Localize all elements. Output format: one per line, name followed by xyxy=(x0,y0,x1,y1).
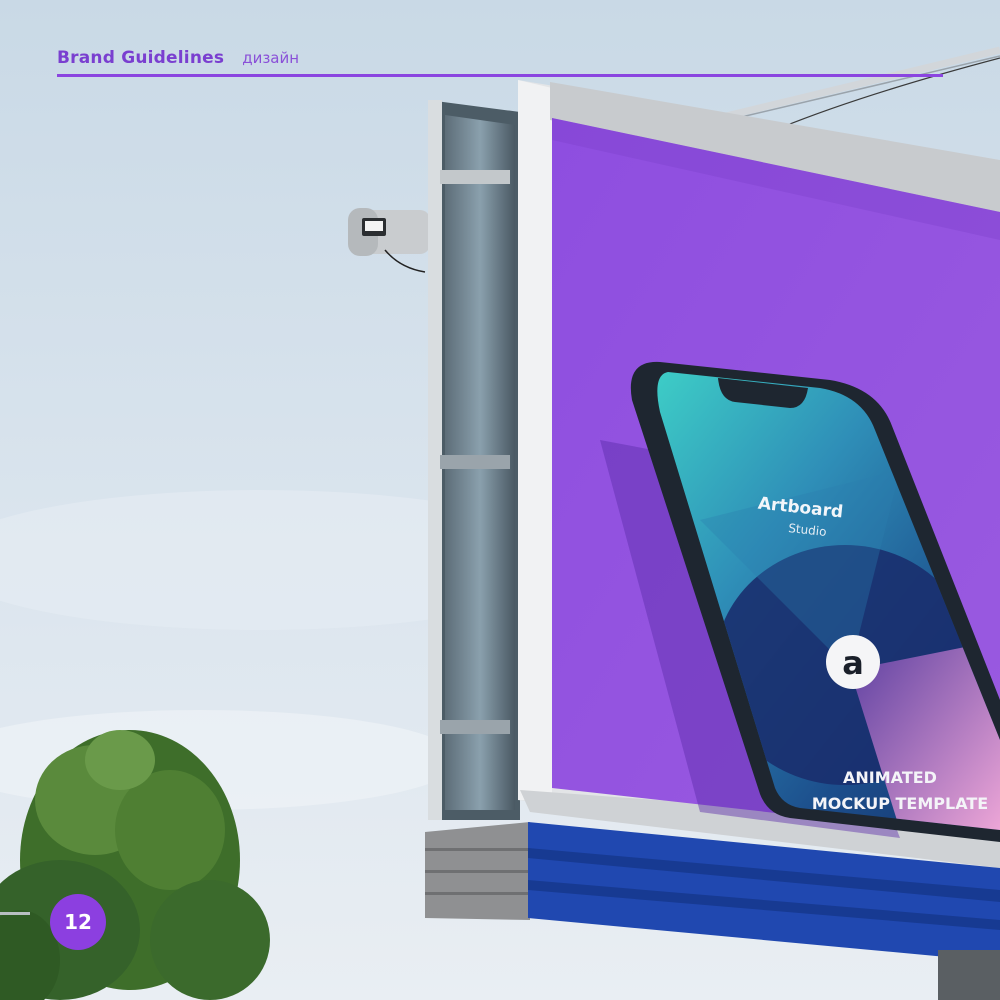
header-subtitle: дизайн xyxy=(242,49,300,67)
header-rule xyxy=(57,74,943,77)
billboard-photo: a Artboard Studio ANIMATED MOCKUP TEMPLA… xyxy=(0,0,1000,1000)
ad-headline-line2: MOCKUP TEMPLATE xyxy=(812,794,988,813)
page-number-badge: 12 xyxy=(50,894,106,950)
page-header: Brand Guidelines дизайн xyxy=(57,48,299,68)
logo-letter: a xyxy=(842,644,864,682)
header-title: Brand Guidelines xyxy=(57,48,225,68)
ad-headline-line1: ANIMATED xyxy=(843,768,937,787)
